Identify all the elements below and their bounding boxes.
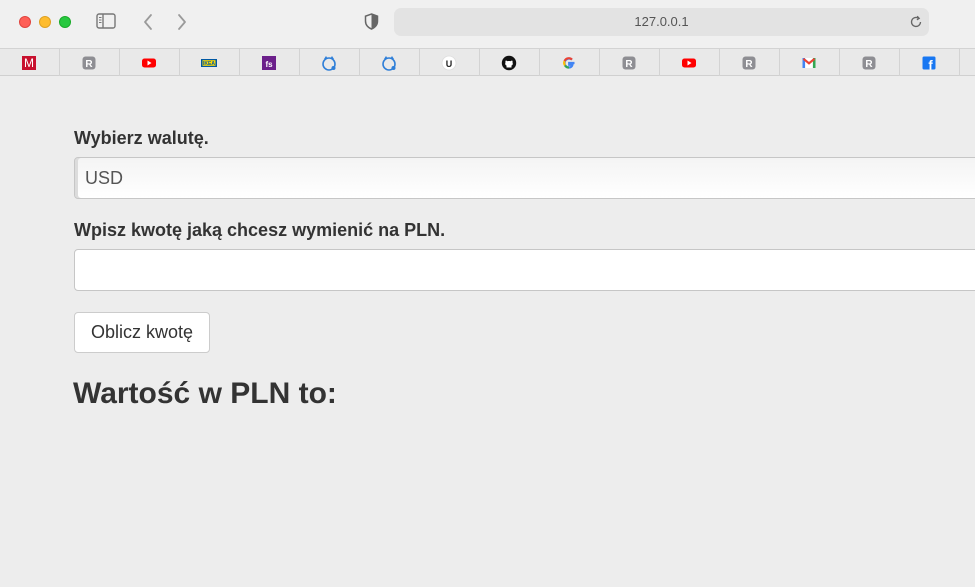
bookmark-item[interactable]: [780, 49, 840, 76]
youtube-icon: [142, 58, 156, 68]
forward-arrow-icon[interactable]: [176, 13, 188, 31]
zoom-window-button[interactable]: [59, 16, 71, 28]
back-arrow-icon[interactable]: [142, 13, 154, 31]
svg-text:fs: fs: [265, 60, 273, 69]
fs-icon: fs: [262, 56, 276, 70]
cat-globe-icon: [322, 56, 336, 71]
svg-text:f: f: [928, 58, 933, 72]
amount-label: Wpisz kwotę jaką chcesz wymienić na PLN.: [74, 220, 446, 240]
bookmark-item[interactable]: [360, 49, 420, 76]
close-window-button[interactable]: [19, 16, 31, 28]
bookmark-item[interactable]: R: [720, 49, 780, 76]
github-icon: [501, 55, 517, 71]
bookmark-item[interactable]: R: [600, 49, 660, 76]
svg-text:R: R: [85, 59, 93, 70]
amount-input[interactable]: [74, 249, 975, 291]
ikea-icon: IKEA: [201, 59, 217, 67]
bookmark-item[interactable]: [480, 49, 540, 76]
svg-text:R: R: [625, 59, 633, 70]
browser-toolbar: 127.0.0.1: [0, 0, 975, 48]
facebook-icon: f: [922, 56, 936, 72]
bookmark-item[interactable]: R: [60, 49, 120, 76]
bookmark-item[interactable]: [540, 49, 600, 76]
privacy-shield-icon[interactable]: [364, 13, 379, 30]
bookmark-item[interactable]: IKEA: [180, 49, 240, 76]
svg-text:R: R: [745, 59, 753, 70]
bookmark-item[interactable]: M: [0, 49, 60, 76]
svg-text:IKEA: IKEA: [203, 61, 215, 67]
reload-icon[interactable]: [909, 15, 923, 29]
bookmark-item[interactable]: U: [420, 49, 480, 76]
gmail-icon: [802, 57, 816, 68]
page-content: Wybierz walutę. USD Wpisz kwotę jaką chc…: [0, 76, 975, 587]
bookmark-item[interactable]: fs: [240, 49, 300, 76]
youtube-icon: [682, 58, 696, 68]
bookmark-item[interactable]: [660, 49, 720, 76]
cat-globe-icon: [382, 56, 396, 71]
mbank-icon: M: [22, 56, 36, 70]
bookmark-item[interactable]: f: [900, 49, 960, 76]
r-bookmark-icon: R: [622, 56, 636, 70]
sidebar-toggle-icon[interactable]: [96, 13, 116, 29]
svg-text:U: U: [446, 59, 453, 69]
address-bar[interactable]: 127.0.0.1: [394, 8, 929, 36]
r-bookmark-icon: R: [742, 56, 756, 70]
currency-label: Wybierz walutę.: [74, 128, 209, 148]
u-bookmark-icon: U: [441, 55, 457, 71]
svg-text:M: M: [24, 56, 34, 70]
calculate-button[interactable]: Oblicz kwotę: [74, 312, 210, 353]
currency-selected-value[interactable]: USD: [85, 158, 123, 199]
bookmark-item[interactable]: [300, 49, 360, 76]
svg-text:R: R: [865, 59, 873, 70]
bookmark-item[interactable]: [120, 49, 180, 76]
result-heading: Wartość w PLN to:: [73, 377, 337, 410]
minimize-window-button[interactable]: [39, 16, 51, 28]
bookmarks-bar: M R IKEA fs U R R Rf: [0, 48, 975, 76]
url-text[interactable]: 127.0.0.1: [394, 8, 929, 36]
currency-select[interactable]: USD: [74, 157, 975, 199]
google-icon: [563, 57, 575, 69]
r-bookmark-icon: R: [862, 56, 876, 70]
r-bookmark-icon: R: [82, 56, 96, 70]
bookmark-item[interactable]: R: [840, 49, 900, 76]
